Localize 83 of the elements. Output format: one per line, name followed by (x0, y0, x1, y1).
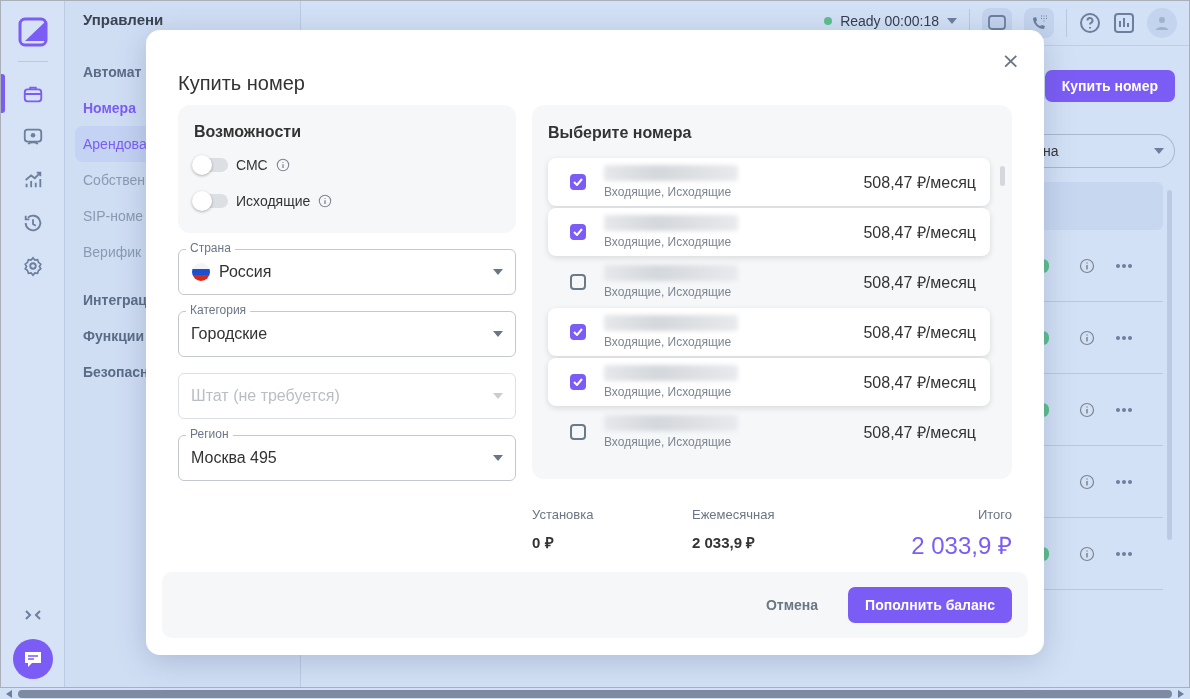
user-icon (1154, 15, 1170, 31)
check-icon (573, 178, 583, 186)
info-icon (318, 194, 333, 208)
caret-icon (493, 331, 503, 337)
scrollbar[interactable] (1000, 166, 1005, 186)
number-row[interactable]: Входящие, Исходящие 508,47 ₽/месяц (548, 208, 990, 256)
number-price: 508,47 ₽/месяц (863, 373, 976, 393)
toggle-switch[interactable] (194, 158, 228, 172)
checkbox[interactable] (570, 174, 586, 190)
chat-button[interactable] (12, 639, 53, 679)
number-features: Входящие, Исходящие (604, 185, 733, 199)
info-icon (1079, 401, 1095, 418)
number-features: Входящие, Исходящие (604, 285, 733, 299)
number-price: 508,47 ₽/месяц (863, 273, 976, 293)
section-title: Возможности (194, 123, 302, 141)
more-icon[interactable] (1115, 406, 1133, 413)
section-title: Выберите номера (548, 124, 693, 142)
info-icon (275, 158, 290, 172)
number-price: 508,47 ₽/месяц (863, 173, 976, 193)
number-price: 508,47 ₽/месяц (863, 223, 976, 243)
scrollbar[interactable] (18, 689, 1172, 698)
checkbox[interactable] (570, 274, 586, 290)
checkbox[interactable] (570, 224, 586, 240)
toggle-label: СМС (236, 157, 268, 173)
caret-icon (1154, 148, 1164, 154)
info-icon (1079, 473, 1095, 490)
more-icon[interactable] (1115, 550, 1133, 557)
number-row[interactable]: Входящие, Исходящие 508,47 ₽/месяц (548, 158, 990, 206)
scroll-left-icon[interactable] (6, 689, 12, 698)
help-icon[interactable] (1079, 12, 1101, 34)
collapse-icon[interactable] (23, 609, 42, 621)
agent-status[interactable]: Ready 00:00:18 (840, 14, 939, 28)
caret-icon (493, 269, 503, 275)
sidebar-title: Управлени (82, 12, 165, 28)
total-label: Установка (532, 507, 595, 522)
number-features: Входящие, Исходящие (604, 385, 733, 399)
number-price: 508,47 ₽/месяц (863, 423, 976, 443)
more-icon[interactable] (1115, 334, 1133, 341)
checkbox[interactable] (570, 324, 586, 340)
number-row[interactable]: Входящие, Исходящие 508,47 ₽/месяц (548, 258, 990, 306)
toggle-label: Исходящие (236, 193, 311, 209)
checkbox[interactable] (570, 424, 586, 440)
number-row[interactable]: Входящие, Исходящие 508,47 ₽/месяц (548, 308, 990, 356)
cancel-button[interactable]: Отмена (759, 596, 825, 614)
check-icon (573, 378, 583, 386)
number-row[interactable]: Входящие, Исходящие 508,47 ₽/месяц (548, 408, 990, 456)
checkbox[interactable] (570, 374, 586, 390)
total-value: 2 033,9 ₽ (692, 533, 757, 552)
top-up-button[interactable]: Пополнить баланс (848, 587, 1012, 623)
more-icon[interactable] (1115, 262, 1133, 269)
logo-icon[interactable] (17, 17, 48, 47)
total-label: Ежемесячная (692, 507, 776, 522)
flag-icon (191, 262, 211, 282)
toggle-switch[interactable] (194, 194, 228, 208)
number-row[interactable]: Входящие, Исходящие 508,47 ₽/месяц (548, 358, 990, 406)
caret-icon (493, 393, 503, 399)
settings-icon (21, 254, 44, 277)
total-value: 0 ₽ (532, 533, 555, 552)
caret-icon (493, 455, 503, 461)
number-price: 508,47 ₽/месяц (863, 323, 976, 343)
field-label: Страна (186, 241, 235, 255)
buy-number-button[interactable]: Купить номер (1044, 70, 1175, 102)
field-label: Категория (186, 303, 251, 317)
report-icon[interactable] (1113, 12, 1135, 34)
info-icon (1079, 329, 1095, 346)
caret-icon (947, 18, 957, 24)
more-icon[interactable] (1115, 478, 1133, 485)
check-icon (573, 328, 583, 336)
message-icon (987, 13, 1007, 33)
dialog-title: Купить номер (178, 72, 306, 95)
check-icon (573, 228, 583, 236)
total-label: Итого (977, 507, 1012, 522)
number-features: Входящие, Исходящие (604, 235, 733, 249)
total-value: 2 033,9 ₽ (911, 531, 1012, 561)
number-features: Входящие, Исходящие (604, 335, 733, 349)
status-dot (824, 17, 833, 25)
close-button[interactable]: × (997, 50, 1024, 72)
info-icon (1079, 545, 1095, 562)
scroll-right-icon[interactable] (1178, 689, 1184, 698)
info-icon (1079, 257, 1095, 274)
number-features: Входящие, Исходящие (604, 435, 733, 449)
field-label: Регион (186, 427, 233, 441)
user-avatar[interactable] (1147, 8, 1177, 38)
